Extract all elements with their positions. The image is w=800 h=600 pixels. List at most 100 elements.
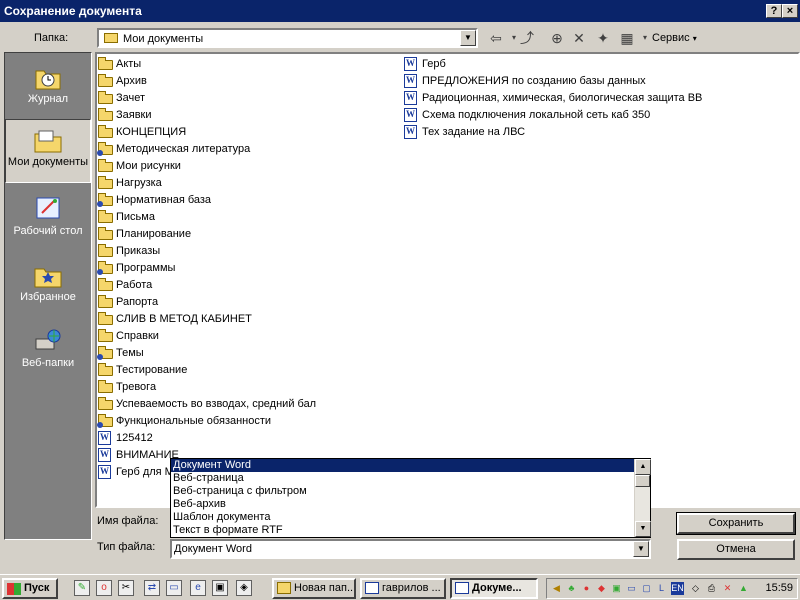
filetype-select[interactable]: Документ Word ▼: [170, 539, 651, 559]
place-history[interactable]: Журнал: [5, 57, 91, 121]
file-item[interactable]: ПРЕДЛОЖЕНИЯ по созданию базы данных: [403, 72, 702, 90]
folder-item[interactable]: Нагрузка: [97, 175, 316, 192]
place-web-folders[interactable]: Веб-папки: [5, 321, 91, 385]
tray-printer-icon[interactable]: ⎙: [705, 582, 718, 595]
item-label: Схема подключения локальной сеть каб 350: [422, 109, 651, 121]
filetype-option[interactable]: Веб-страница: [171, 472, 650, 485]
folder-icon: [98, 227, 113, 240]
folder-item[interactable]: Успеваемость во взводах, средний бал: [97, 396, 316, 413]
tray-monitor-icon[interactable]: ▣: [610, 582, 623, 595]
system-tray: ◀ ♣ ● ◆ ▣ ▭ ▢ L EN ◇ ⎙ ✕ ▲ 15:59: [546, 578, 798, 599]
tray-shield-icon[interactable]: ◆: [595, 582, 608, 595]
filetype-option[interactable]: Веб-архив: [171, 498, 650, 511]
file-list[interactable]: Акты Архив Зачет Заявки КОНЦЕПЦИЯ Методическа…: [95, 52, 800, 508]
save-button[interactable]: Сохранить: [676, 512, 796, 535]
folder-item[interactable]: Мои рисунки: [97, 158, 316, 175]
file-item[interactable]: Схема подключения локальной сеть каб 350: [403, 106, 702, 124]
task-gavrilov[interactable]: гаврилов ...: [360, 578, 446, 599]
file-item[interactable]: Радиоционная, химическая, биологическая …: [403, 89, 702, 107]
start-button[interactable]: Пуск: [2, 578, 58, 599]
folder-item[interactable]: Зачет: [97, 90, 316, 107]
file-item[interactable]: Тех задание на ЛВС: [403, 123, 702, 141]
scroll-down-icon[interactable]: ▼: [635, 521, 651, 537]
quicklaunch-desktop-icon[interactable]: ▭: [166, 580, 182, 596]
chevron-down-icon[interactable]: ▼: [633, 541, 649, 557]
place-my-documents[interactable]: Мои документы: [5, 119, 91, 183]
folder-item[interactable]: Заявки: [97, 107, 316, 124]
scroll-up-icon[interactable]: ▲: [635, 459, 651, 475]
filetype-option[interactable]: Веб-страница с фильтром: [171, 485, 650, 498]
language-indicator[interactable]: EN: [671, 582, 684, 595]
help-button[interactable]: ?: [766, 4, 782, 18]
folder-item[interactable]: Методическая литература: [97, 141, 316, 158]
web-folders-icon: [35, 329, 61, 350]
folder-item[interactable]: Письма: [97, 209, 316, 226]
tray-app-icon[interactable]: ♣: [565, 582, 578, 595]
task-new-folder[interactable]: Новая пап...: [272, 578, 356, 599]
folder-item[interactable]: СЛИВ В МЕТОД КАБИНЕТ: [97, 311, 316, 328]
tray-window-icon[interactable]: ▢: [640, 582, 653, 595]
views-icon[interactable]: ▦: [617, 28, 637, 48]
folder-combo[interactable]: Мои документы ▼: [97, 28, 478, 48]
task-label: гаврилов ...: [382, 582, 441, 594]
place-desktop[interactable]: Рабочий стол: [5, 189, 91, 253]
new-folder-icon[interactable]: ✦: [593, 28, 613, 48]
cancel-button[interactable]: Отмена: [677, 539, 795, 560]
quicklaunch-office-icon[interactable]: o: [96, 580, 112, 596]
filetype-option[interactable]: Текст в формате RTF: [171, 524, 650, 537]
quicklaunch-cube-icon[interactable]: ◈: [236, 580, 252, 596]
folder-item[interactable]: Справки: [97, 328, 316, 345]
item-label: Программы: [116, 262, 176, 274]
close-button[interactable]: ×: [782, 4, 798, 18]
folder-item[interactable]: Функциональные обязанности: [97, 413, 316, 430]
folder-item[interactable]: Темы: [97, 345, 316, 362]
folder-item[interactable]: Тестирование: [97, 362, 316, 379]
item-label: Письма: [116, 211, 155, 223]
folder-item[interactable]: Программы: [97, 260, 316, 277]
folder-item[interactable]: Планирование: [97, 226, 316, 243]
up-folder-icon[interactable]: ⤴: [517, 28, 537, 48]
folder-item[interactable]: Приказы: [97, 243, 316, 260]
quicklaunch-pencil-icon[interactable]: ✎: [74, 580, 90, 596]
file-item[interactable]: Герб: [403, 55, 702, 73]
delete-icon[interactable]: ✕: [569, 28, 589, 48]
back-icon[interactable]: ⇦: [486, 28, 506, 48]
volume-icon[interactable]: ◀: [550, 582, 563, 595]
item-label: СЛИВ В МЕТОД КАБИНЕТ: [116, 313, 252, 325]
folder-item[interactable]: Работа: [97, 277, 316, 294]
tray-speaker-icon[interactable]: ▲: [737, 582, 750, 595]
search-web-icon[interactable]: ⊕: [547, 28, 567, 48]
scroll-thumb[interactable]: [635, 475, 650, 487]
item-label: Акты: [116, 58, 142, 70]
place-favorites[interactable]: Избранное: [5, 255, 91, 319]
folder-item[interactable]: Рапорта: [97, 294, 316, 311]
folder-icon: [97, 414, 113, 428]
word-document-icon: [404, 123, 417, 140]
history-icon: [35, 70, 61, 90]
folder-item[interactable]: Архив: [97, 73, 316, 90]
tray-sync-icon[interactable]: ◇: [689, 582, 702, 595]
tray-l-icon[interactable]: L: [655, 582, 668, 595]
word-document-icon: [98, 463, 111, 480]
folder-item[interactable]: Акты: [97, 56, 316, 73]
quicklaunch-tv-icon[interactable]: ▣: [212, 580, 228, 596]
filetype-dropdown-list[interactable]: Документ Word Веб-страница Веб-страница с …: [170, 458, 651, 538]
item-label: Справки: [116, 330, 159, 342]
folder-item[interactable]: КОНЦЕПЦИЯ: [97, 124, 316, 141]
internet-explorer-icon[interactable]: e: [190, 580, 206, 596]
tray-antivirus-icon[interactable]: ●: [580, 582, 593, 595]
file-column-2: Герб ПРЕДЛОЖЕНИЯ по созданию базы данных Р…: [403, 55, 702, 141]
chevron-down-icon[interactable]: ▼: [460, 30, 476, 46]
tray-network-icon[interactable]: ✕: [721, 582, 734, 595]
filetype-option[interactable]: Шаблон документа: [171, 511, 650, 524]
tools-menu[interactable]: Сервис ▾: [652, 32, 697, 44]
dropdown-scrollbar[interactable]: ▲ ▼: [634, 459, 651, 537]
tray-display-icon[interactable]: ▭: [625, 582, 638, 595]
quicklaunch-network-icon[interactable]: ⇄: [144, 580, 160, 596]
filetype-option[interactable]: Документ Word: [171, 459, 650, 472]
task-document[interactable]: Докуме...: [450, 578, 538, 599]
file-item[interactable]: 125412: [97, 429, 316, 447]
quicklaunch-tools-icon[interactable]: ✂: [118, 580, 134, 596]
folder-item[interactable]: Нормативная база: [97, 192, 316, 209]
folder-item[interactable]: Тревога: [97, 379, 316, 396]
